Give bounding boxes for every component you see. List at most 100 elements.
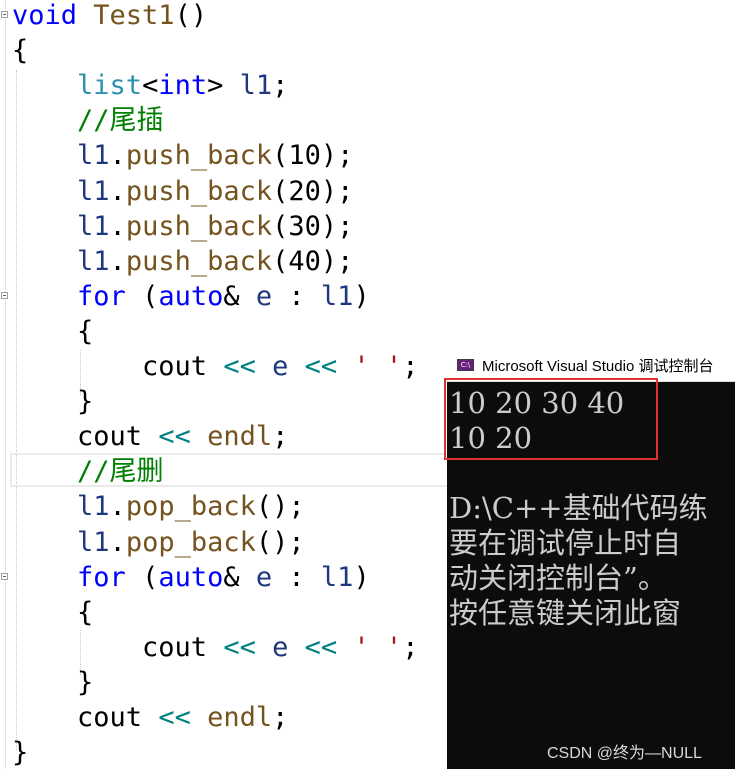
code-token: {	[12, 315, 94, 347]
code-token: endl	[207, 421, 273, 453]
visual-studio-icon: C:\	[457, 359, 474, 371]
code-token: .	[109, 210, 126, 242]
code-token: .	[109, 491, 126, 523]
code-token: ' '	[353, 351, 403, 382]
code-line: cout << endl;	[12, 419, 288, 454]
code-token: l1	[77, 526, 110, 558]
code-token: ()	[174, 0, 208, 31]
code-token: }	[12, 386, 94, 418]
code-line: //尾删	[12, 454, 164, 489]
code-token: :	[272, 561, 321, 593]
console-output-line: 要在调试停止时自	[449, 526, 682, 560]
code-token: (	[125, 280, 159, 312]
output-highlight-box	[444, 378, 658, 460]
code-line: {	[12, 314, 93, 349]
code-token: push_back	[125, 210, 273, 242]
console-title: Microsoft Visual Studio 调试控制台	[482, 358, 714, 375]
code-token: }	[12, 666, 94, 698]
code-line: l1.push_back(40);	[12, 244, 353, 279]
code-token: auto	[158, 561, 224, 593]
code-line: l1.push_back(30);	[12, 209, 353, 244]
code-token: {	[12, 596, 94, 628]
code-token: .	[109, 526, 126, 558]
code-token: for	[77, 280, 126, 312]
code-line: l1.pop_back();	[12, 525, 305, 560]
code-token: void	[12, 0, 78, 31]
code-line: //尾插	[12, 103, 164, 138]
code-token: l1	[239, 70, 273, 102]
watermark: CSDN @终为—NULL	[547, 745, 702, 762]
code-token: l1	[77, 210, 110, 242]
code-line: l1.pop_back();	[12, 489, 305, 524]
code-token: l1	[320, 561, 354, 593]
code-token: e	[255, 561, 273, 593]
code-token: for	[77, 561, 126, 593]
code-token: &	[223, 280, 256, 312]
code-token: <	[142, 70, 159, 102]
code-token: l1	[77, 491, 110, 523]
code-token: :	[272, 280, 321, 312]
code-line: {	[12, 595, 93, 630]
code-token: l1	[77, 140, 110, 172]
code-token: .	[109, 140, 126, 172]
console-titlebar[interactable]: C:\ Microsoft Visual Studio 调试控制台	[447, 348, 735, 382]
code-token: pop_back	[125, 526, 256, 558]
code-line: l1.push_back(20);	[12, 174, 353, 209]
code-token: cout	[12, 631, 224, 663]
code-token: push_back	[125, 140, 273, 172]
code-token: ();	[255, 491, 305, 523]
code-token: cout	[12, 351, 224, 382]
code-token: Test1	[77, 0, 175, 31]
code-token: auto	[158, 280, 224, 312]
code-token: <<	[158, 702, 191, 733]
code-token: cout	[12, 421, 159, 453]
code-token: }	[12, 737, 29, 769]
code-token: ;	[272, 70, 289, 102]
code-token: e	[272, 631, 289, 663]
code-line: list<int> l1;	[12, 68, 288, 103]
code-token: (	[125, 561, 159, 593]
code-token: //尾删	[77, 456, 164, 488]
code-line: {	[12, 33, 28, 68]
code-token: e	[255, 280, 273, 312]
code-token: <<	[304, 351, 338, 382]
code-token: .	[109, 175, 126, 207]
code-token: pop_back	[125, 491, 256, 523]
code-token: cout	[12, 702, 159, 733]
code-token: {	[12, 35, 29, 67]
code-line: cout << e << ' ';	[12, 630, 418, 665]
code-token: )	[353, 561, 370, 593]
code-token: l1	[77, 245, 110, 277]
code-line: void Test1()	[12, 0, 207, 33]
code-token: .	[109, 245, 126, 277]
code-token: l1	[77, 175, 110, 207]
editor-gutter	[5, 0, 6, 769]
code-line: }	[12, 384, 93, 419]
fold-toggle-function[interactable]	[1, 11, 8, 18]
code-token: ();	[255, 526, 305, 558]
code-token: //尾插	[77, 105, 164, 137]
fold-toggle-for-loop-1[interactable]	[1, 292, 8, 299]
fold-toggle-for-loop-2[interactable]	[1, 573, 8, 580]
console-output-line: 按任意键关闭此窗	[449, 596, 682, 630]
code-line: cout << e << ' ';	[12, 349, 418, 384]
code-token: list	[77, 70, 143, 102]
code-token: push_back	[125, 175, 273, 207]
code-line: }	[12, 665, 93, 700]
